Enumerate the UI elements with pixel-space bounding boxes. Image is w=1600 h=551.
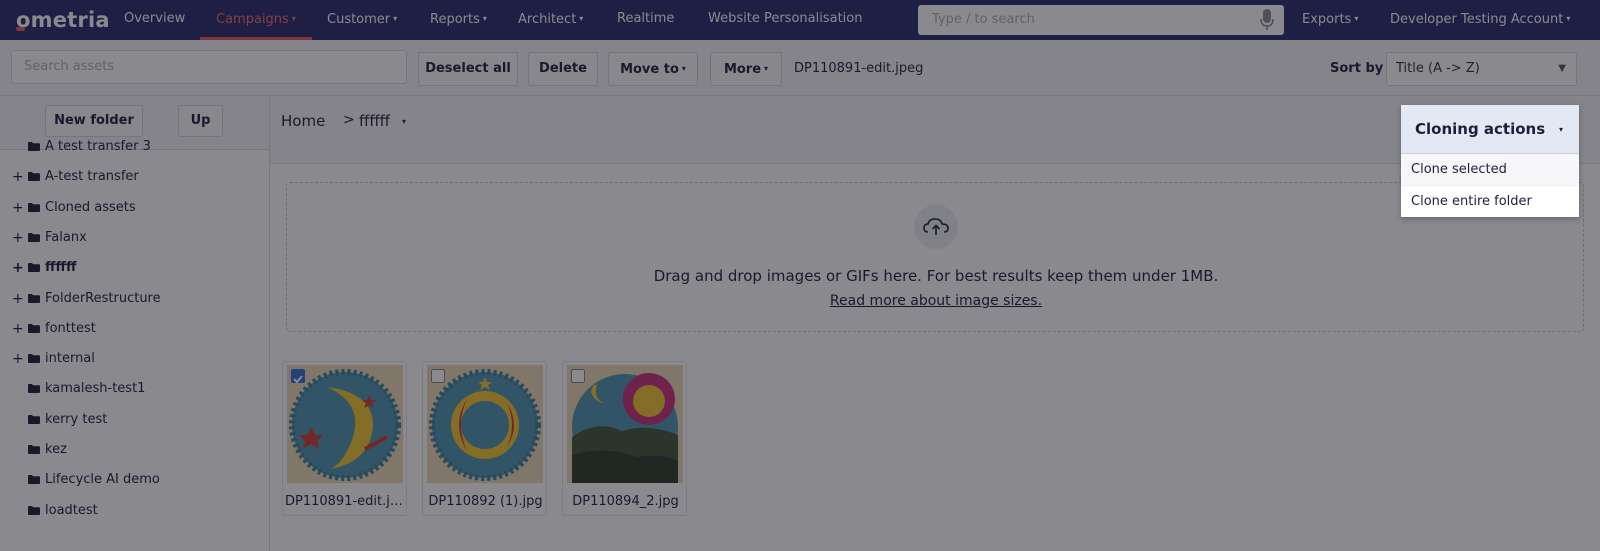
modal-backdrop[interactable] [0, 0, 1600, 551]
clone-selected-item[interactable]: Clone selected [1401, 154, 1579, 185]
clone-entire-folder-item[interactable]: Clone entire folder [1401, 185, 1579, 216]
cloning-actions-label: Cloning actions [1415, 120, 1546, 138]
cloning-actions-button[interactable]: Cloning actions ▾ [1401, 105, 1579, 154]
cloning-actions-menu: Cloning actions ▾ Clone selected Clone e… [1401, 105, 1579, 217]
chevron-down-icon: ▾ [1558, 125, 1563, 134]
